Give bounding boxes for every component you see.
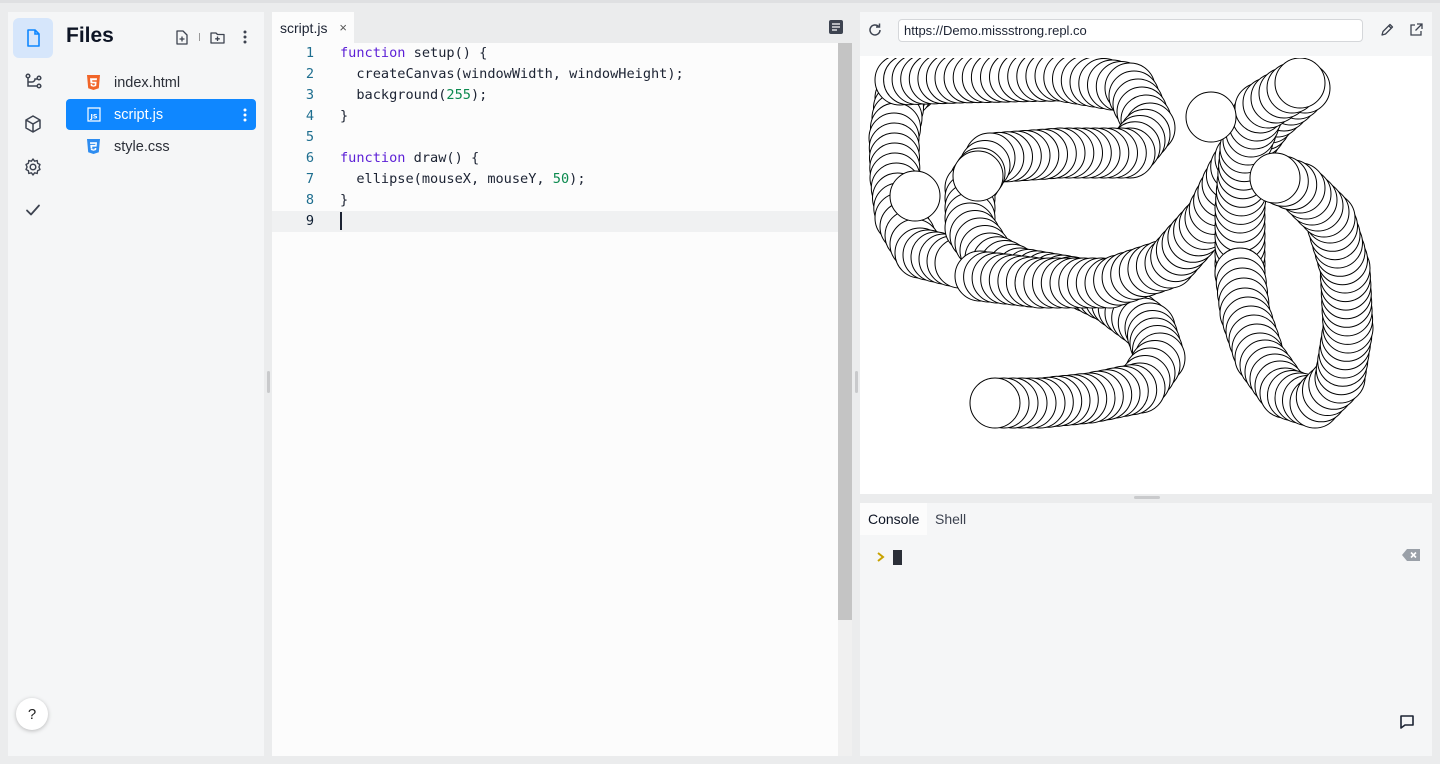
file-item-script-js[interactable]: JS script.js (66, 99, 256, 130)
pencil-icon[interactable] (1379, 22, 1395, 38)
line-number: 4 (305, 108, 314, 124)
trail-ellipse (1274, 58, 1326, 109)
line-number: 5 (305, 129, 314, 145)
js-icon: JS (86, 107, 101, 123)
line-content: } (340, 108, 349, 124)
files-actions (171, 26, 256, 48)
git-branch-icon (25, 73, 42, 89)
new-file-icon[interactable] (171, 26, 193, 48)
tab-shell[interactable]: Shell (927, 503, 974, 535)
resize-handle-horizontal[interactable] (1134, 496, 1160, 499)
rail-check-button[interactable] (13, 190, 53, 230)
single-ellipse (1185, 91, 1237, 143)
code-area[interactable]: 1 function setup() { 2 createCanvas(wind… (272, 43, 838, 756)
scrollbar-thumb[interactable] (838, 43, 852, 620)
file-name: script.js (114, 106, 164, 123)
code-line: 4 } (272, 106, 838, 127)
code-line: 8 } (272, 190, 838, 211)
line-number: 3 (305, 87, 314, 103)
open-new-tab-icon[interactable] (1408, 22, 1424, 38)
actions-divider (199, 33, 200, 41)
package-icon (25, 115, 41, 133)
file-more-icon[interactable] (238, 104, 252, 126)
files-panel: Files index.html JS script.js style.css (58, 12, 264, 756)
ellipse-trail-drawing (868, 58, 1374, 429)
activity-rail: ? (8, 12, 58, 756)
rail-files-button[interactable] (13, 18, 53, 58)
line-content: background(255); (340, 87, 488, 103)
code-editor: script.js × 1 function setup() { 2 creat… (272, 12, 852, 756)
trail-ellipse (969, 377, 1021, 429)
files-title: Files (66, 24, 114, 47)
webview-panel: https://Demo.missstrong.repl.co (860, 12, 1432, 494)
top-border (0, 0, 1440, 3)
code-line: 1 function setup() { (272, 43, 838, 64)
code-line: 5 (272, 127, 838, 148)
console-panel: Console Shell (860, 503, 1432, 756)
reload-icon[interactable] (867, 22, 883, 38)
code-line: 3 background(255); (272, 85, 838, 106)
line-number: 2 (305, 66, 314, 82)
line-number: 8 (305, 192, 314, 208)
file-name: index.html (114, 74, 181, 91)
chat-icon[interactable] (1399, 714, 1415, 730)
code-line: 6 function draw() { (272, 148, 838, 169)
line-number: 7 (305, 171, 314, 187)
file-item-index-html[interactable]: index.html (66, 67, 256, 98)
resize-handle-right[interactable] (855, 371, 858, 393)
line-content: } (340, 192, 349, 208)
prompt-chevron-icon (877, 552, 885, 562)
help-button[interactable]: ? (16, 698, 48, 730)
clear-console-icon[interactable] (1401, 548, 1421, 562)
trail-ellipse (1249, 152, 1301, 204)
tab-console[interactable]: Console (860, 503, 927, 535)
tab-script-js[interactable]: script.js × (272, 12, 354, 43)
css3-icon (86, 139, 101, 155)
code-line: 7 ellipse(mouseX, mouseY, 50); (272, 169, 838, 190)
line-number: 1 (305, 45, 314, 61)
gear-icon (25, 158, 41, 176)
single-ellipse (952, 150, 1004, 202)
rail-packages-button[interactable] (13, 104, 53, 144)
url-field[interactable]: https://Demo.missstrong.repl.co (898, 19, 1363, 42)
sketch-canvas[interactable] (860, 58, 1432, 494)
editor-tabbar: script.js × (272, 12, 852, 43)
more-vertical-icon[interactable] (234, 26, 256, 48)
line-number: 9 (305, 213, 314, 229)
file-icon (27, 29, 40, 47)
html5-icon (86, 75, 101, 91)
tab-label: script.js (280, 19, 328, 36)
single-ellipse (889, 170, 941, 222)
line-content (340, 211, 342, 232)
code-line: 2 createCanvas(windowWidth, windowHeight… (272, 64, 838, 85)
line-number: 6 (305, 150, 314, 166)
new-folder-icon[interactable] (206, 26, 228, 48)
code-line-current: 9 (272, 211, 838, 232)
rail-settings-button[interactable] (13, 147, 53, 187)
line-content: createCanvas(windowWidth, windowHeight); (340, 66, 684, 82)
rail-version-control-button[interactable] (13, 61, 53, 101)
file-item-style-css[interactable]: style.css (66, 131, 256, 162)
line-content: ellipse(mouseX, mouseY, 50); (340, 171, 586, 187)
line-content: function draw() { (340, 150, 480, 166)
resize-handle-left[interactable] (267, 371, 270, 393)
outline-icon[interactable] (828, 19, 844, 35)
line-content: function setup() { (340, 45, 488, 61)
text-caret (340, 212, 342, 230)
file-name: style.css (114, 138, 170, 155)
editor-scrollbar[interactable] (838, 43, 852, 756)
address-bar: https://Demo.missstrong.repl.co (860, 12, 1432, 56)
console-cursor (893, 550, 902, 565)
close-icon[interactable]: × (339, 20, 347, 35)
svg-text:JS: JS (89, 113, 97, 121)
check-icon (26, 204, 40, 216)
